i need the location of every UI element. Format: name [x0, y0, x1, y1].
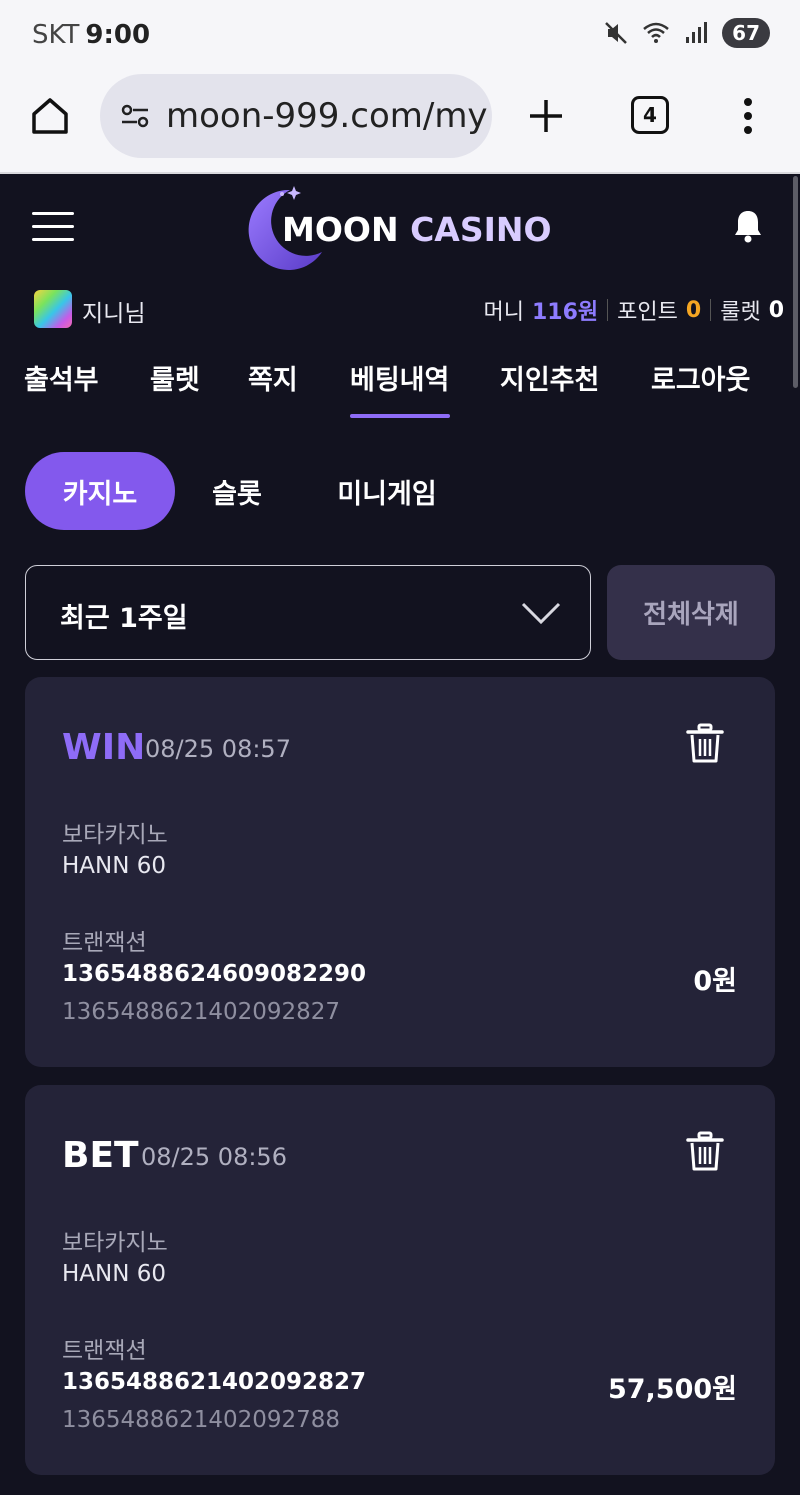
bet-card: BET 08/25 08:56 보타카지노 HANN 60 트랜잭션 13654…: [25, 1085, 775, 1475]
more-vert-icon[interactable]: [736, 94, 760, 138]
bet-datetime: 08/25 08:57: [145, 735, 291, 763]
game-category-tabs: 카지노 슬롯 미니게임: [0, 452, 800, 532]
nav-betting-history[interactable]: 베팅내역: [350, 358, 449, 397]
point-label: 포인트: [617, 300, 678, 325]
bet-datetime: 08/25 08:56: [141, 1143, 287, 1171]
delete-all-button[interactable]: 전체삭제: [607, 565, 775, 660]
bet-status: BET: [62, 1135, 139, 1176]
transaction-ref: 1365488621402092788: [62, 1407, 341, 1433]
wifi-icon: [643, 22, 669, 43]
home-icon[interactable]: [28, 94, 72, 138]
tab-slot[interactable]: 슬롯: [190, 452, 284, 530]
transaction-id: 1365488621402092827: [62, 1369, 367, 1395]
status-bar: SKT 9:00 67: [0, 0, 800, 70]
trash-icon[interactable]: [685, 1131, 725, 1173]
bet-amount: 57,500원: [607, 1374, 737, 1405]
bet-status: WIN: [62, 727, 146, 768]
signal-icon: [686, 22, 708, 43]
trash-icon[interactable]: [685, 723, 725, 765]
battery-indicator: 67: [722, 18, 770, 48]
status-time: 9:00: [85, 20, 151, 50]
roulette-label: 룰렛: [720, 300, 761, 325]
bet-game: HANN 60: [62, 853, 167, 879]
main-nav: 출석부 룰렛 쪽지 베팅내역 지인추천 로그아웃: [0, 352, 800, 422]
nav-logout[interactable]: 로그아웃: [651, 358, 750, 397]
new-tab-icon[interactable]: [524, 94, 568, 138]
nav-roulette[interactable]: 룰렛: [150, 358, 200, 397]
chevron-down-icon: [521, 602, 561, 625]
tab-casino[interactable]: 카지노: [25, 452, 175, 530]
mute-icon: [605, 22, 628, 44]
active-tab-indicator: [350, 414, 450, 418]
logo-wordmark: MOON CASINO: [282, 210, 552, 249]
url-text: moon-999.com/my: [166, 96, 488, 136]
tab-switcher-button[interactable]: 4: [631, 96, 669, 134]
divider: [607, 299, 609, 321]
divider: [710, 299, 712, 321]
bell-icon[interactable]: [732, 208, 764, 244]
logo-word-casino: CASINO: [410, 210, 552, 249]
address-bar[interactable]: moon-999.com/my: [100, 74, 492, 158]
nav-attendance[interactable]: 출석부: [24, 358, 99, 397]
period-value: 최근 1주일: [60, 603, 188, 634]
status-carrier: SKT 9:00: [32, 20, 150, 50]
money-value: 116원: [531, 300, 599, 325]
browser-toolbar: moon-999.com/my 4: [0, 70, 800, 174]
transaction-label: 트랜잭션: [62, 1338, 147, 1364]
moon-casino-logo[interactable]: MOON CASINO: [242, 182, 562, 272]
tab-minigame[interactable]: 미니게임: [320, 452, 454, 530]
bet-game: HANN 60: [62, 1261, 167, 1287]
bet-card: WIN 08/25 08:57 보타카지노 HANN 60 트랜잭션 13654…: [25, 677, 775, 1067]
carrier-name: SKT: [32, 20, 80, 50]
money-label: 머니: [483, 300, 524, 325]
logo-word-moon: MOON: [282, 210, 399, 249]
balance-summary: 머니 116원 포인트 0 룰렛 0: [484, 294, 785, 326]
transaction-label: 트랜잭션: [62, 930, 147, 956]
transaction-ref: 1365488621402092827: [62, 999, 341, 1025]
roulette-value: 0: [768, 297, 784, 323]
bet-amount: 0원: [693, 966, 737, 997]
menu-icon[interactable]: [32, 212, 74, 242]
bet-provider: 보타카지노: [62, 1230, 168, 1256]
nav-messages[interactable]: 쪽지: [248, 358, 298, 397]
site-settings-icon[interactable]: [118, 99, 152, 133]
period-select[interactable]: 최근 1주일: [25, 565, 591, 660]
avatar: [34, 290, 72, 328]
user-info-row: 지니님 머니 116원 포인트 0 룰렛 0: [0, 286, 800, 332]
point-value: 0: [685, 297, 702, 323]
nav-referral[interactable]: 지인추천: [500, 358, 599, 397]
bet-provider: 보타카지노: [62, 822, 168, 848]
app-header: MOON CASINO: [0, 176, 800, 276]
username: 지니님: [82, 301, 146, 327]
transaction-id: 1365488624609082290: [62, 961, 367, 987]
